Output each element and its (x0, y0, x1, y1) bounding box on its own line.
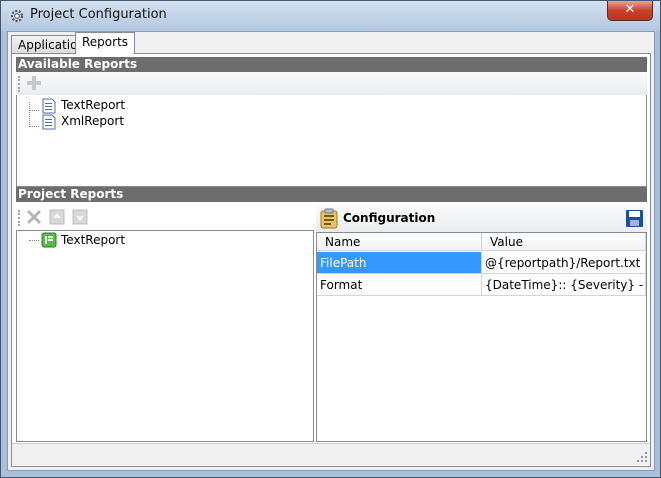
tree-connector (29, 102, 39, 111)
document-report-icon (42, 114, 56, 130)
configuration-icon (320, 208, 338, 229)
status-bar (12, 443, 650, 465)
project-reports-tree: TextReport (16, 230, 314, 442)
available-reports-toolbar (16, 72, 647, 95)
move-down-icon[interactable] (71, 208, 89, 226)
report-page-green-icon (41, 232, 57, 248)
project-report-textreport[interactable]: TextReport (61, 233, 125, 249)
property-name-filepath[interactable]: FilePath (317, 252, 482, 274)
column-header-name[interactable]: Name (317, 233, 482, 251)
resize-grip-icon[interactable] (636, 451, 648, 463)
add-icon[interactable] (25, 74, 43, 92)
available-reports-tree: TextReport XmlReport (16, 95, 647, 187)
available-report-textreport[interactable]: TextReport (61, 98, 125, 114)
project-reports-toolbar (16, 206, 314, 229)
move-up-icon[interactable] (48, 208, 66, 226)
available-reports-header: Available Reports (16, 57, 647, 72)
project-configuration-window: Project Configuration ✕ Application Repo… (0, 0, 661, 478)
configuration-title: Configuration (343, 211, 436, 225)
column-header-value[interactable]: Value (482, 233, 646, 251)
project-reports-header: Project Reports (16, 187, 647, 202)
gear-icon (10, 9, 24, 23)
tab-reports[interactable]: Reports (75, 32, 136, 54)
tree-connector (29, 233, 39, 241)
toolbar-grip[interactable] (18, 210, 21, 226)
reports-tab-panel: Available Reports TextReport XmlReport P… (11, 53, 651, 467)
available-report-xmlreport[interactable]: XmlReport (61, 114, 124, 130)
configuration-toolbar: Configuration (316, 206, 647, 233)
toolbar-grip[interactable] (18, 76, 21, 92)
document-report-icon (42, 98, 56, 114)
delete-icon[interactable] (25, 208, 43, 226)
property-value-filepath[interactable]: @{reportpath}/Report.txt (482, 252, 646, 274)
configuration-property-grid: Name Value FilePath @{reportpath}/Report… (316, 232, 647, 442)
property-value-format[interactable]: {DateTime}:: {Severity} - {Inde... (482, 274, 646, 296)
client-area: Application Reports Available Reports Te… (7, 31, 655, 471)
window-title: Project Configuration (30, 7, 167, 22)
save-icon[interactable] (625, 209, 644, 228)
title-bar[interactable]: Project Configuration ✕ (1, 1, 660, 31)
property-name-format[interactable]: Format (317, 274, 482, 296)
close-button[interactable]: ✕ (607, 1, 653, 21)
